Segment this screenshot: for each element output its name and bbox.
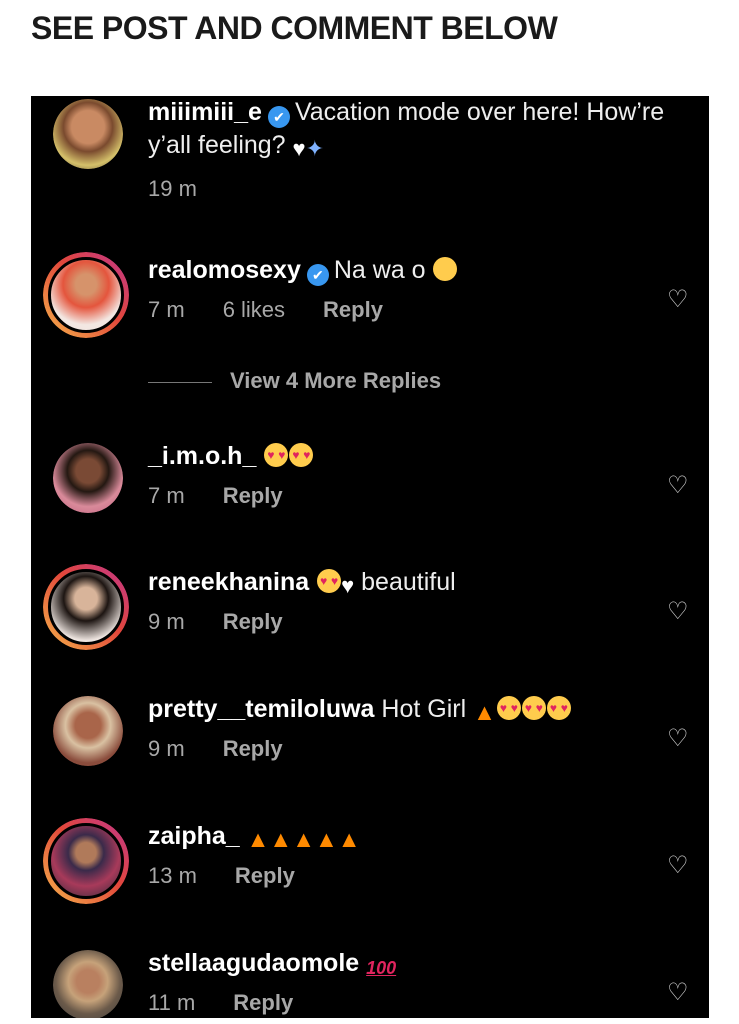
comment-text: beautiful — [361, 568, 456, 596]
post-caption: miiimiii_e ✔ Vacation mode over here! How’… — [148, 96, 688, 162]
comment-username[interactable]: zaipha_ — [148, 822, 240, 850]
comment-row: _i.m.o.h_ 7 m Reply ♡ — [31, 440, 709, 550]
divider-line — [148, 381, 212, 383]
verified-badge-icon: ✔ — [267, 106, 290, 128]
avatar[interactable] — [53, 950, 123, 1018]
fire-emoji-icon: ▲ — [246, 826, 270, 852]
comment-row: realomosexy ✔ Na wa o 7 m 6 likes Reply ♡ — [31, 252, 709, 364]
avatar[interactable] — [43, 818, 129, 904]
comment-header: stellaagudaomole 100 — [148, 947, 396, 980]
avatar[interactable] — [53, 99, 123, 169]
avatar[interactable] — [43, 564, 129, 650]
post-caption-row: miiimiii_e ✔ Vacation mode over here! How’… — [31, 96, 709, 206]
view-more-replies[interactable]: View 4 More Replies — [148, 368, 441, 394]
heart-eyes-emoji-icon — [546, 696, 571, 720]
heart-eyes-emoji-icon — [317, 569, 342, 593]
heart-outline-icon[interactable]: ♡ — [667, 474, 691, 498]
comment-row: pretty__temiloluwa Hot Girl ▲ 9 m Reply ♡ — [31, 693, 709, 803]
eye-roll-emoji-icon — [432, 257, 457, 281]
comment-username[interactable]: _i.m.o.h_ — [148, 442, 256, 470]
comment-time: 7 m — [148, 297, 185, 322]
comment-meta: 9 m Reply — [148, 609, 321, 635]
comment-row: zaipha_ ▲▲▲▲▲ 13 m Reply ♡ — [31, 818, 709, 930]
heart-eyes-emoji-icon — [289, 443, 314, 467]
post-time: 19 m — [148, 176, 197, 201]
instagram-comments-screen: miiimiii_e ✔ Vacation mode over here! How’… — [31, 96, 709, 1018]
comment-header: pretty__temiloluwa Hot Girl ▲ — [148, 693, 571, 726]
reply-button[interactable]: Reply — [235, 863, 295, 888]
comment-header: zaipha_ ▲▲▲▲▲ — [148, 820, 360, 853]
heart-eyes-emoji-icon — [496, 696, 521, 720]
heart-outline-icon[interactable]: ♡ — [667, 288, 691, 312]
white-heart-icon: ♥ — [292, 136, 306, 161]
reply-button[interactable]: Reply — [323, 297, 383, 322]
comment-username[interactable]: realomosexy — [148, 256, 301, 284]
white-heart-icon: ♥ — [341, 573, 355, 598]
fire-emoji-icon: ▲ — [337, 826, 361, 852]
avatar[interactable] — [53, 443, 123, 513]
fire-emoji-icon: ▲ — [314, 826, 338, 852]
comment-meta: 13 m Reply — [148, 863, 333, 889]
hundred-points-emoji-icon: 100 — [366, 958, 397, 978]
reply-button[interactable]: Reply — [223, 609, 283, 634]
heart-eyes-emoji-icon — [264, 443, 289, 467]
comment-meta: 7 m Reply — [148, 483, 321, 509]
verified-badge-icon: ✔ — [306, 264, 329, 286]
heart-outline-icon[interactable]: ♡ — [667, 981, 691, 1005]
comment-username[interactable]: stellaagudaomole — [148, 949, 359, 977]
comment-time: 7 m — [148, 483, 185, 508]
comment-time: 9 m — [148, 736, 185, 761]
fire-emoji-icon: ▲ — [473, 699, 496, 725]
heart-outline-icon[interactable]: ♡ — [667, 854, 691, 878]
headline: SEE POST AND COMMENT BELOW — [31, 10, 558, 46]
view-more-label[interactable]: View 4 More Replies — [230, 368, 441, 393]
post-username[interactable]: miiimiii_e — [148, 98, 262, 126]
post-meta: 19 m — [148, 176, 235, 202]
comment-header: _i.m.o.h_ — [148, 440, 314, 473]
heart-outline-icon[interactable]: ♡ — [667, 600, 691, 624]
comment-header: realomosexy ✔ Na wa o — [148, 254, 457, 287]
comment-username[interactable]: reneekhanina — [148, 568, 309, 596]
dizzy-icon: ✦ — [305, 136, 325, 161]
reply-button[interactable]: Reply — [233, 990, 293, 1015]
comment-row: stellaagudaomole 100 11 m Reply ♡ — [31, 947, 709, 1018]
comment-meta: 11 m Reply — [148, 990, 331, 1016]
comment-text: Na wa o — [333, 256, 426, 284]
comment-time: 13 m — [148, 863, 197, 888]
comment-username[interactable]: pretty__temiloluwa — [148, 695, 374, 723]
comment-likes[interactable]: 6 likes — [223, 297, 285, 322]
fire-emoji-icon: ▲ — [269, 826, 293, 852]
comment-time: 11 m — [148, 990, 196, 1015]
comment-text: Hot Girl — [381, 695, 467, 723]
comment-row: reneekhanina ♥ beautiful 9 m Reply ♡ — [31, 564, 709, 676]
comment-meta: 9 m Reply — [148, 736, 321, 762]
reply-button[interactable]: Reply — [223, 483, 283, 508]
comment-meta: 7 m 6 likes Reply — [148, 297, 421, 323]
fire-emoji-icon: ▲ — [292, 826, 315, 852]
heart-outline-icon[interactable]: ♡ — [667, 727, 691, 751]
comment-header: reneekhanina ♥ beautiful — [148, 566, 456, 599]
avatar[interactable] — [43, 252, 129, 338]
reply-button[interactable]: Reply — [223, 736, 283, 761]
avatar[interactable] — [53, 696, 123, 766]
comment-time: 9 m — [148, 609, 185, 634]
heart-eyes-emoji-icon — [521, 696, 546, 720]
